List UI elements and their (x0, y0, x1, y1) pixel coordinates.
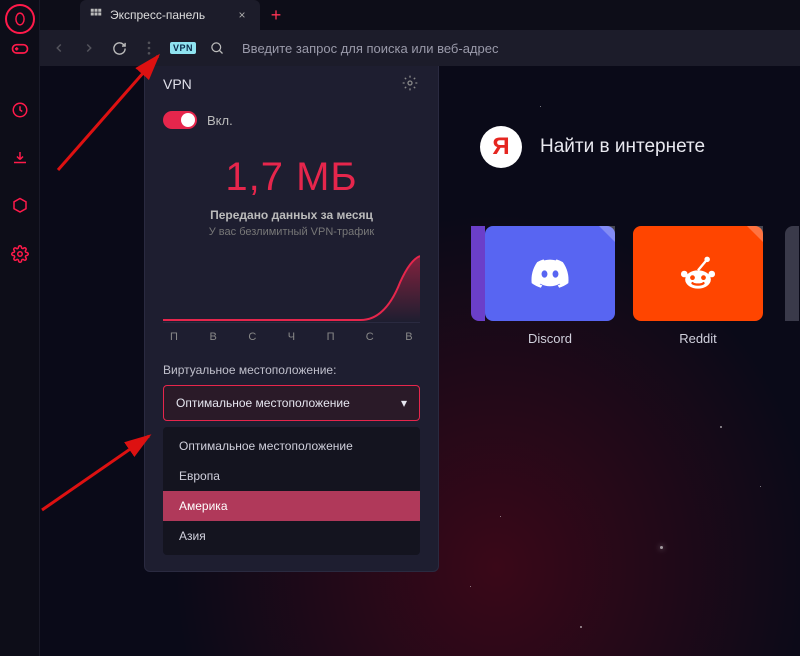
vpn-toggle-label: Вкл. (207, 113, 233, 128)
day-label: П (167, 331, 181, 343)
vpn-location-option[interactable]: Оптимальное местоположение (163, 431, 420, 461)
vpn-location-option[interactable]: Азия (163, 521, 420, 551)
address-bar: VPN Введите запрос для поиска или веб-ад… (40, 30, 800, 66)
settings-icon[interactable] (10, 244, 30, 264)
search-hero[interactable]: Я Найти в интернете (480, 126, 705, 168)
vpn-panel-title: VPN (163, 76, 192, 92)
vpn-location-label: Виртуальное местоположение: (163, 363, 420, 377)
discord-icon (528, 252, 572, 296)
opera-logo-icon[interactable] (5, 4, 35, 34)
vpn-chart-days: П В С Ч П С В (163, 322, 420, 343)
left-sidebar (0, 0, 40, 656)
vpn-usage-unlimited: У вас безлимитный VPN-трафик (163, 226, 420, 238)
day-label: С (245, 331, 259, 343)
tile-discord[interactable] (485, 226, 615, 321)
vpn-usage-amount: 1,7 МБ (163, 155, 420, 200)
menu-dots-icon[interactable] (140, 39, 158, 57)
extensions-icon[interactable] (10, 196, 30, 216)
tile-twitch-sliver[interactable] (471, 226, 485, 321)
search-icon (208, 39, 226, 57)
chevron-down-icon: ▾ (401, 396, 407, 410)
tile-next-sliver[interactable] (785, 226, 799, 321)
vpn-location-option[interactable]: Америка (163, 491, 420, 521)
day-label: П (324, 331, 338, 343)
vpn-badge[interactable]: VPN (170, 42, 196, 54)
vpn-location-option[interactable]: Европа (163, 461, 420, 491)
tab-grid-icon (90, 8, 102, 23)
day-label: С (363, 331, 377, 343)
downloads-icon[interactable] (10, 148, 30, 168)
yandex-logo-icon: Я (480, 126, 522, 168)
day-label: В (206, 331, 220, 343)
day-label: В (402, 331, 416, 343)
back-button[interactable] (50, 39, 68, 57)
new-tab-button[interactable]: + (264, 3, 288, 27)
dial-reddit[interactable]: Reddit (633, 226, 763, 346)
day-label: Ч (284, 331, 298, 343)
dial-label: Reddit (679, 331, 717, 346)
vpn-usage-caption: Передано данных за месяц (163, 208, 420, 222)
dial-label: Discord (528, 331, 572, 346)
vpn-panel: VPN Вкл. 1,7 МБ Передано данных за месяц… (144, 66, 439, 572)
tab-close-button[interactable]: × (234, 7, 250, 23)
vpn-location-dropdown: Оптимальное местоположение Европа Америк… (163, 427, 420, 555)
tab-title: Экспресс-панель (110, 8, 205, 22)
speed-dial-content: Я Найти в интернете Discord Reddit VPN (40, 66, 800, 656)
search-hero-text: Найти в интернете (540, 136, 705, 158)
vpn-toggle[interactable] (163, 111, 197, 129)
reload-button[interactable] (110, 39, 128, 57)
address-input[interactable]: Введите запрос для поиска или веб-адрес (242, 41, 498, 56)
speed-dial-row: Discord Reddit (485, 226, 763, 346)
tab-speed-dial[interactable]: Экспресс-панель × (80, 0, 260, 30)
dial-discord[interactable]: Discord (485, 226, 615, 346)
vpn-location-select[interactable]: Оптимальное местоположение ▾ (163, 385, 420, 421)
opera-o-icon (13, 12, 27, 26)
gx-gamepad-icon[interactable] (10, 38, 30, 58)
tab-bar: Экспресс-панель × + (40, 0, 800, 30)
reddit-icon (676, 252, 720, 296)
gear-icon (402, 75, 418, 91)
forward-button[interactable] (80, 39, 98, 57)
tile-reddit[interactable] (633, 226, 763, 321)
vpn-settings-button[interactable] (402, 75, 420, 93)
history-icon[interactable] (10, 100, 30, 120)
vpn-usage-chart (163, 252, 420, 322)
vpn-location-selected: Оптимальное местоположение (176, 396, 350, 410)
